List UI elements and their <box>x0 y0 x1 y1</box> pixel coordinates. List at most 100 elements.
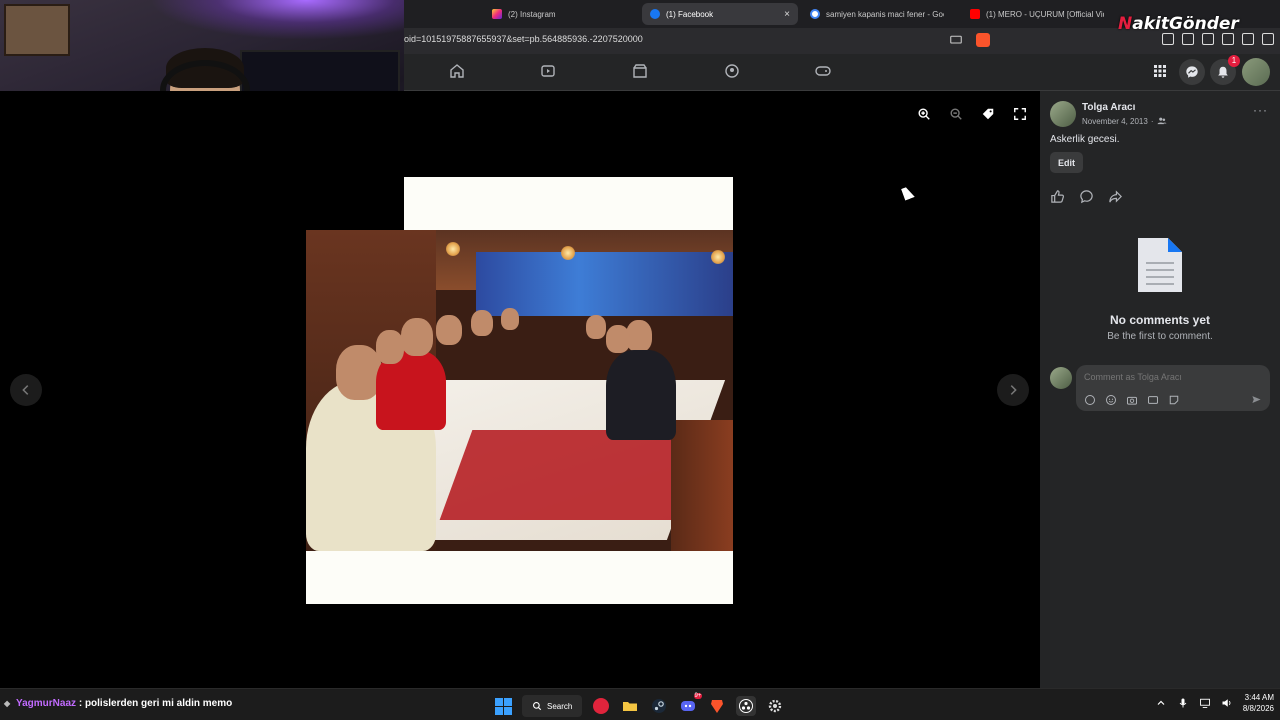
photo-windows <box>476 252 733 316</box>
zoom-out-icon[interactable] <box>945 103 967 125</box>
settings-gear-icon[interactable] <box>765 696 785 716</box>
chat-username: YagmurNaaz <box>16 698 77 709</box>
commenter-avatar <box>1050 367 1072 389</box>
post-caption: Askerlik gecesi. <box>1050 134 1120 145</box>
tab-label: samiyen kapanis maci fener - Goog <box>826 9 944 19</box>
send-icon[interactable] <box>1251 394 1262 405</box>
volume-icon[interactable] <box>1221 697 1233 709</box>
nakitgonder-logo: NakitGönder <box>1118 14 1239 34</box>
cast-icon[interactable] <box>950 33 964 47</box>
sticker-icon[interactable] <box>1168 393 1180 405</box>
like-icon[interactable] <box>1050 189 1065 209</box>
search-icon <box>533 702 542 711</box>
messenger-icon[interactable] <box>1179 59 1205 85</box>
address-bar-icons <box>950 33 990 47</box>
obs-icon[interactable] <box>736 696 757 716</box>
brave-shields-icon[interactable] <box>976 33 990 47</box>
tab-google[interactable]: samiyen kapanis maci fener - Goog <box>802 3 952 25</box>
discord-badge: 9+ <box>693 693 703 699</box>
microphone-icon[interactable] <box>1177 697 1189 709</box>
author-avatar[interactable] <box>1050 101 1076 127</box>
previous-photo-button[interactable] <box>10 374 42 406</box>
next-photo-button[interactable] <box>997 374 1029 406</box>
wall-poster <box>4 4 70 56</box>
sidebar-icon[interactable] <box>1182 33 1194 45</box>
profile-avatar[interactable] <box>1242 58 1270 86</box>
windows-logo-icon <box>494 697 512 715</box>
photo-viewer <box>0 91 1040 688</box>
chevron-left-icon <box>22 385 29 395</box>
notifications-icon[interactable]: 1 <box>1210 55 1240 85</box>
vpn-icon[interactable] <box>1242 33 1254 45</box>
chat-badge-icon: ◆ <box>4 699 11 708</box>
document-icon <box>1138 238 1182 292</box>
video-icon[interactable] <box>540 63 556 79</box>
system-clock[interactable]: 3:44 AM 8/8/2026 <box>1243 692 1274 714</box>
gaming-icon[interactable] <box>815 63 831 79</box>
facebook-top-nav: 1 <box>404 54 1280 91</box>
camera-icon[interactable] <box>1126 393 1138 405</box>
marketplace-icon[interactable] <box>632 63 648 79</box>
comment-input[interactable] <box>1084 372 1264 382</box>
more-options-icon[interactable]: ··· <box>1253 103 1268 117</box>
network-icon[interactable] <box>1199 697 1211 709</box>
post-actions <box>1050 189 1123 209</box>
windows-taskbar: ◆ YagmurNaaz : polislerden geri mi aldin … <box>0 688 1280 720</box>
emoji-icon[interactable] <box>1105 393 1117 405</box>
friends-audience-icon[interactable] <box>1157 116 1167 126</box>
leo-icon[interactable] <box>1222 33 1234 45</box>
gif-icon[interactable] <box>1147 393 1159 405</box>
url-field[interactable]: oid=10151975887655937&set=pb.564885936.-… <box>404 34 643 44</box>
comment-tools <box>1084 393 1180 405</box>
photo-image <box>306 230 733 551</box>
groups-icon[interactable] <box>724 63 740 79</box>
brave-browser-icon[interactable] <box>707 696 727 716</box>
author-name[interactable]: Tolga Aracı <box>1082 102 1135 113</box>
post-details-panel: Tolga Aracı November 4, 2013 · ··· Asker… <box>1040 91 1280 688</box>
photo-border-bottom <box>306 551 733 604</box>
photo-border-top <box>404 177 733 230</box>
clock-time: 3:44 AM <box>1244 693 1274 702</box>
fullscreen-icon[interactable] <box>1009 103 1031 125</box>
comment-box[interactable] <box>1076 365 1270 411</box>
home-icon[interactable] <box>449 63 465 79</box>
facebook-icon <box>650 9 660 19</box>
tab-youtube[interactable]: (1) MERO - UÇURUM [Official Vide <box>962 3 1112 25</box>
start-button[interactable] <box>493 696 513 716</box>
menu-icon[interactable] <box>1262 33 1274 45</box>
extension-icons <box>1162 33 1274 45</box>
share-icon[interactable] <box>1108 189 1123 209</box>
tab-label: (1) Facebook <box>666 9 714 19</box>
zoom-in-icon[interactable] <box>913 103 935 125</box>
app-red-icon[interactable] <box>593 698 610 714</box>
discord-icon[interactable]: 9+ <box>678 693 703 716</box>
tab-label: (1) MERO - UÇURUM [Official Vide <box>986 9 1104 19</box>
tab-label: (2) Instagram <box>508 9 556 19</box>
chevron-up-icon[interactable] <box>1155 697 1167 709</box>
tag-icon[interactable] <box>977 103 999 125</box>
comment-icon[interactable] <box>1079 189 1094 209</box>
steam-icon[interactable] <box>649 696 669 716</box>
post-date-text[interactable]: November 4, 2013 <box>1082 117 1148 126</box>
tab-instagram[interactable]: (2) Instagram <box>484 3 640 25</box>
avatar-sticker-icon[interactable] <box>1084 393 1096 405</box>
media-icon[interactable] <box>1162 33 1174 45</box>
close-tab-icon[interactable]: × <box>784 9 790 20</box>
post-date: November 4, 2013 · <box>1082 116 1167 126</box>
google-icon <box>810 9 820 19</box>
ambient-light <box>150 0 404 40</box>
taskbar-apps: Search 9+ <box>493 693 785 717</box>
wallet-icon[interactable] <box>1202 33 1214 45</box>
file-explorer-icon[interactable] <box>620 696 640 716</box>
chat-separator: : <box>78 698 83 709</box>
taskbar-search[interactable]: Search <box>522 695 583 717</box>
apps-grid-icon[interactable] <box>1152 63 1168 79</box>
no-comments-subtitle: Be the first to comment. <box>1107 331 1213 342</box>
chat-text: polislerden geri mi aldin memo <box>84 698 233 709</box>
edit-button[interactable]: Edit <box>1050 152 1083 173</box>
stream-chat-message: ◆ YagmurNaaz : polislerden geri mi aldin … <box>4 698 232 709</box>
tab-facebook[interactable]: (1) Facebook × <box>642 3 798 25</box>
youtube-icon <box>970 9 980 19</box>
date-separator: · <box>1150 116 1154 126</box>
no-comments-title: No comments yet <box>1109 313 1211 327</box>
